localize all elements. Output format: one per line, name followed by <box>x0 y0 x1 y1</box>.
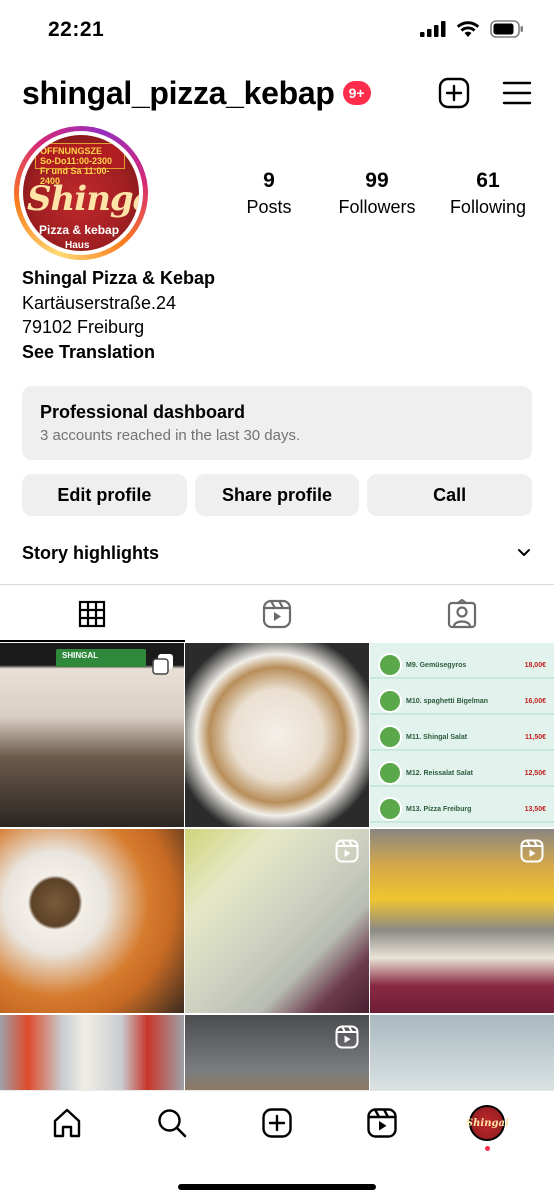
dashboard-subtitle: 3 accounts reached in the last 30 days. <box>40 427 301 444</box>
profile-action-buttons: Edit profile Share profile Call <box>22 474 533 516</box>
menu-item: M13. Pizza Freiburg 13,50€ <box>378 795 546 823</box>
stat-following[interactable]: 61 Following <box>450 169 526 218</box>
menu-item: M12. Reissalat Salat 12,50€ <box>378 759 546 787</box>
tagged-person-icon <box>447 598 476 628</box>
reel-icon <box>335 1025 359 1049</box>
stat-value: 9 <box>263 168 275 192</box>
nav-home[interactable] <box>37 1107 97 1139</box>
search-icon <box>158 1109 187 1138</box>
tab-reels[interactable] <box>185 585 370 642</box>
carousel-icon <box>152 654 173 675</box>
avatar-opening-hours-sign: ÖFFNUNGSZE So-Do11:00-2300 Fr und Sa 11:… <box>35 143 125 186</box>
status-bar: 22:21 <box>0 0 554 60</box>
avatar-logo-text: Shingal <box>27 179 139 219</box>
status-icons <box>420 20 524 38</box>
profile-summary: ÖFFNUNGSZE So-Do11:00-2300 Fr und Sa 11:… <box>14 126 534 260</box>
professional-dashboard[interactable]: Professional dashboard 3 accounts reache… <box>22 386 532 460</box>
bio-line: 79102 Freiburg <box>22 317 145 337</box>
stat-value: 61 <box>476 168 500 192</box>
nav-reels[interactable] <box>352 1107 412 1139</box>
stat-label: Followers <box>338 196 416 217</box>
avatar-subtitle: Pizza & kebap Haus <box>39 223 120 251</box>
notification-badge[interactable]: 9+ <box>342 81 371 105</box>
profile-tabs <box>0 584 554 642</box>
see-translation-link[interactable]: See Translation <box>22 340 215 365</box>
profile-avatar-small: Shingal <box>466 1105 509 1141</box>
menu-item: M10. spaghetti Bigelman 16,00€ <box>378 687 546 715</box>
reel-icon <box>520 839 544 863</box>
profile-bio: Shingal Pizza & Kebap Kartäuserstraße.24… <box>22 266 215 364</box>
reel-icon <box>335 839 359 863</box>
menu-item: M11. Shingal Salat 11,50€ <box>378 723 546 751</box>
notification-dot <box>484 1146 490 1151</box>
post-shop-sign: SHINGAL <box>56 649 146 667</box>
username: shingal_pizza_kebap <box>22 74 335 111</box>
profile-avatar[interactable]: ÖFFNUNGSZE So-Do11:00-2300 Fr und Sa 11:… <box>14 126 148 260</box>
grid-post[interactable] <box>185 829 369 1013</box>
home-indicator[interactable] <box>178 1184 376 1190</box>
tab-tagged[interactable] <box>369 585 554 642</box>
dashboard-title: Professional dashboard <box>40 402 246 422</box>
avatar-image: ÖFFNUNGSZE So-Do11:00-2300 Fr und Sa 11:… <box>23 135 139 251</box>
reels-icon <box>367 1108 397 1138</box>
status-time: 22:21 <box>48 18 105 41</box>
create-post-icon <box>262 1108 292 1138</box>
battery-icon <box>490 20 523 38</box>
stat-posts[interactable]: 9 Posts <box>234 169 304 218</box>
menu-icon[interactable] <box>502 80 532 106</box>
grid-post[interactable] <box>370 829 554 1013</box>
stat-label: Posts <box>246 196 292 217</box>
profile-stats: 9 Posts 99 Followers 61 Following <box>234 169 534 218</box>
call-button[interactable]: Call <box>367 474 533 516</box>
wifi-icon <box>456 21 480 37</box>
nav-search[interactable] <box>142 1107 202 1139</box>
nav-create[interactable] <box>247 1107 307 1139</box>
stat-label: Following <box>449 196 526 217</box>
nav-profile[interactable]: Shingal <box>457 1105 517 1151</box>
grid-post[interactable] <box>0 829 184 1013</box>
chevron-down-icon <box>518 549 530 556</box>
display-name: Shingal Pizza & Kebap <box>22 268 216 288</box>
stat-value: 99 <box>365 168 389 192</box>
grid-post[interactable] <box>185 643 369 827</box>
cellular-signal-icon <box>420 21 446 37</box>
profile-header: shingal_pizza_kebap 9+ <box>22 70 532 116</box>
edit-profile-button[interactable]: Edit profile <box>22 474 187 516</box>
menu-item: M9. Gemüsegyros 18,00€ <box>378 651 546 679</box>
tab-grid[interactable] <box>0 585 185 642</box>
new-post-icon[interactable] <box>438 77 470 109</box>
home-icon <box>53 1108 80 1138</box>
stat-followers[interactable]: 99 Followers <box>338 169 415 218</box>
bio-line: Kartäuserstraße.24 <box>22 292 177 313</box>
grid-icon <box>79 600 106 627</box>
share-profile-button[interactable]: Share profile <box>194 474 360 516</box>
grid-post[interactable]: SHINGAL <box>0 643 184 827</box>
story-highlights-label: Story highlights <box>22 542 159 563</box>
reels-icon <box>262 599 292 628</box>
grid-post[interactable]: M9. Gemüsegyros 18,00€ M10. spaghetti Big… <box>370 643 554 827</box>
story-highlights-toggle[interactable]: Story highlights <box>22 536 532 570</box>
